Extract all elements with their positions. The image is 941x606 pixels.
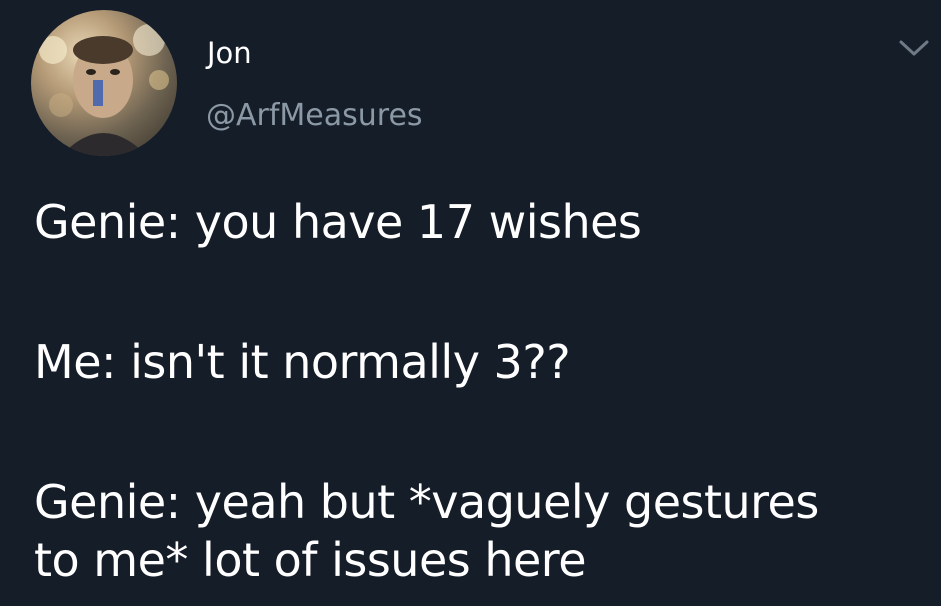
display-name[interactable]: Jon <box>207 36 252 70</box>
avatar-photo <box>39 24 169 156</box>
tweet-text: Genie: you have 17 wishes Me: isn't it n… <box>34 193 934 589</box>
username-handle[interactable]: @ArfMeasures <box>206 98 423 134</box>
tweet-card: Jon @ArfMeasures Genie: you have 17 wish… <box>0 0 941 606</box>
avatar[interactable] <box>31 10 177 156</box>
tweet-line: Genie: yeah but *vaguely gestures <box>34 475 819 529</box>
tweet-line: Me: isn't it normally 3?? <box>34 335 571 389</box>
tweet-line: to me* lot of issues here <box>34 533 587 587</box>
tweet-line: Genie: you have 17 wishes <box>34 195 642 249</box>
chevron-down-icon[interactable] <box>897 36 931 60</box>
